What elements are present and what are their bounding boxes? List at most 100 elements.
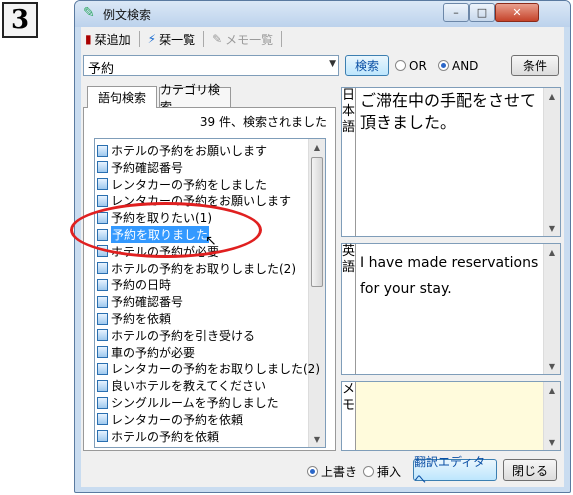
scroll-up-icon[interactable]: ▲	[544, 382, 560, 398]
or-option[interactable]: OR	[395, 59, 427, 73]
document-icon	[97, 144, 108, 157]
result-item[interactable]: 予約確認番号	[97, 160, 183, 175]
document-icon	[97, 178, 108, 191]
result-item[interactable]: 予約確認番号	[97, 294, 183, 309]
scroll-up-icon[interactable]: ▲	[544, 244, 560, 260]
scroll-down-icon[interactable]: ▼	[544, 434, 560, 450]
document-icon	[97, 396, 108, 409]
result-item[interactable]: ホテルの予約を依頼	[97, 429, 219, 444]
result-item[interactable]: 車の予約が必要	[97, 345, 195, 360]
result-item-text: 予約確認番号	[111, 160, 184, 175]
overwrite-option[interactable]: 上書き	[307, 463, 357, 480]
toolbar-separator	[281, 31, 283, 47]
title-bar[interactable]: ✎ 例文検索 – □ ✕	[75, 1, 570, 27]
or-radio[interactable]	[395, 60, 406, 71]
condition-button[interactable]: 条件	[511, 55, 559, 76]
english-pane: 英語 I have made reservations for your sta…	[341, 243, 561, 375]
bottom-bar: 上書き 挿入 翻訳エディタへ 閉じる	[81, 455, 564, 486]
result-item[interactable]: レンタカーの予約を依頼	[97, 412, 243, 427]
and-option[interactable]: AND	[438, 59, 478, 73]
result-item[interactable]: 良いホテルを教えてください	[97, 378, 266, 393]
add-bookmark-button[interactable]: ▮ 栞追加	[81, 29, 135, 49]
result-item-text: レンタカーの予約をしました	[111, 177, 268, 192]
result-item[interactable]: ホテルの予約をお取りしました(2)	[97, 261, 296, 276]
document-icon	[97, 329, 108, 342]
document-icon	[97, 346, 108, 359]
maximize-button[interactable]: □	[469, 3, 495, 22]
insert-label: 挿入	[377, 465, 402, 479]
memo-list-button[interactable]: ✎ メモ一覧	[208, 29, 277, 49]
result-item-text: ホテルの予約をお願いします	[111, 144, 268, 158]
close-button[interactable]: 閉じる	[503, 459, 557, 481]
app-icon: ✎	[83, 5, 95, 21]
document-icon	[97, 278, 108, 291]
bookmark-list-label: 栞一覧	[159, 32, 196, 47]
search-button[interactable]: 検索	[345, 55, 389, 76]
search-row: 予約 ▼ 検索 OR AND 条件	[81, 55, 564, 79]
translate-editor-button[interactable]: 翻訳エディタへ	[413, 455, 497, 486]
toolbar-separator	[203, 31, 205, 47]
bookmark-list-button[interactable]: ⚡ 栞一覧	[144, 29, 199, 49]
scroll-up-icon[interactable]: ▲	[544, 88, 560, 104]
japanese-sentence: ご滞在中の手配をさせて頂きました。	[360, 91, 537, 132]
document-icon	[97, 312, 108, 325]
bookmark-add-icon: ▮	[85, 32, 92, 46]
tab-content: 39 件、検索されました ▲ ▼ ホテルの予約をお願いします 予約確認番号 レンタカ…	[83, 107, 336, 451]
result-item-text: ホテルの予約を引き受ける	[111, 328, 256, 343]
add-bookmark-label: 栞追加	[94, 32, 131, 47]
result-item[interactable]: 予約を依頼	[97, 311, 171, 326]
and-radio[interactable]	[438, 60, 449, 71]
document-icon	[97, 430, 108, 443]
close-window-button[interactable]: ✕	[495, 3, 539, 22]
results-list[interactable]: ▲ ▼ ホテルの予約をお願いします 予約確認番号 レンタカーの予約をしました レンタカ…	[94, 138, 326, 448]
result-item-text: レンタカーの予約をお取りしました(2)	[111, 362, 320, 377]
scroll-up-icon[interactable]: ▲	[309, 139, 325, 155]
minimize-button[interactable]: –	[443, 3, 469, 22]
japanese-scrollbar[interactable]: ▲ ▼	[543, 88, 560, 236]
english-pane-label: 英語	[342, 244, 356, 374]
result-item-text: 予約を依頼	[111, 312, 172, 326]
japanese-pane: 日本語 ご滞在中の手配をさせて頂きました。 ▲ ▼	[341, 87, 561, 237]
result-item-text: ホテルの予約をお取りしました(2)	[111, 261, 296, 276]
document-icon	[97, 379, 108, 392]
scroll-thumb[interactable]	[311, 157, 323, 287]
memo-pane-label: メモ	[342, 382, 356, 450]
document-icon	[97, 194, 108, 207]
memo-scrollbar[interactable]: ▲ ▼	[543, 382, 560, 450]
chevron-down-icon[interactable]: ▼	[329, 59, 336, 69]
result-item-text: ホテルの予約を依頼	[111, 429, 220, 444]
result-item[interactable]: レンタカーの予約をお取りしました(2)	[97, 361, 320, 376]
result-item-text: 車の予約が必要	[111, 345, 196, 360]
result-item-text: レンタカーの予約を依頼	[111, 412, 244, 427]
scroll-down-icon[interactable]: ▼	[309, 431, 325, 447]
result-item[interactable]: シングルルームを予約しました	[97, 395, 279, 410]
mouse-cursor-icon: ↖	[205, 233, 217, 249]
result-item[interactable]: ホテルの予約をお願いします	[97, 143, 267, 158]
tab-phrase-search[interactable]: 語句検索	[87, 86, 157, 108]
step-number-badge: 3	[2, 2, 38, 38]
search-query-combobox[interactable]: 予約 ▼	[83, 55, 339, 77]
and-label: AND	[452, 59, 479, 73]
result-item-text: 予約確認番号	[111, 295, 184, 310]
scroll-down-icon[interactable]: ▼	[544, 358, 560, 374]
memo-list-icon: ✎	[212, 32, 223, 46]
english-scrollbar[interactable]: ▲ ▼	[543, 244, 560, 374]
toolbar: ▮ 栞追加 ⚡ 栞一覧 ✎ メモ一覧	[81, 27, 564, 51]
overwrite-radio[interactable]	[307, 466, 318, 477]
scroll-down-icon[interactable]: ▼	[544, 220, 560, 236]
bookmark-list-icon: ⚡	[147, 32, 157, 46]
overwrite-label: 上書き	[321, 465, 358, 479]
result-item[interactable]: 予約の日時	[97, 277, 171, 292]
result-item[interactable]: ホテルの予約を引き受ける	[97, 328, 255, 343]
memo-pane: メモ ▲ ▼	[341, 381, 561, 451]
document-icon	[97, 262, 108, 275]
insert-radio[interactable]	[363, 466, 374, 477]
insert-option[interactable]: 挿入	[363, 463, 401, 480]
result-item-text: 予約の日時	[111, 278, 172, 293]
search-results-panel: 語句検索 カテゴリ検索 39 件、検索されました ▲ ▼ ホテルの予約をお願いし…	[83, 83, 336, 451]
tab-category-search[interactable]: カテゴリ検索	[159, 83, 231, 114]
memo-list-label: メモ一覧	[225, 32, 274, 47]
results-scrollbar[interactable]: ▲ ▼	[308, 139, 325, 447]
result-item[interactable]: レンタカーの予約をしました	[97, 177, 267, 192]
document-icon	[97, 413, 108, 426]
